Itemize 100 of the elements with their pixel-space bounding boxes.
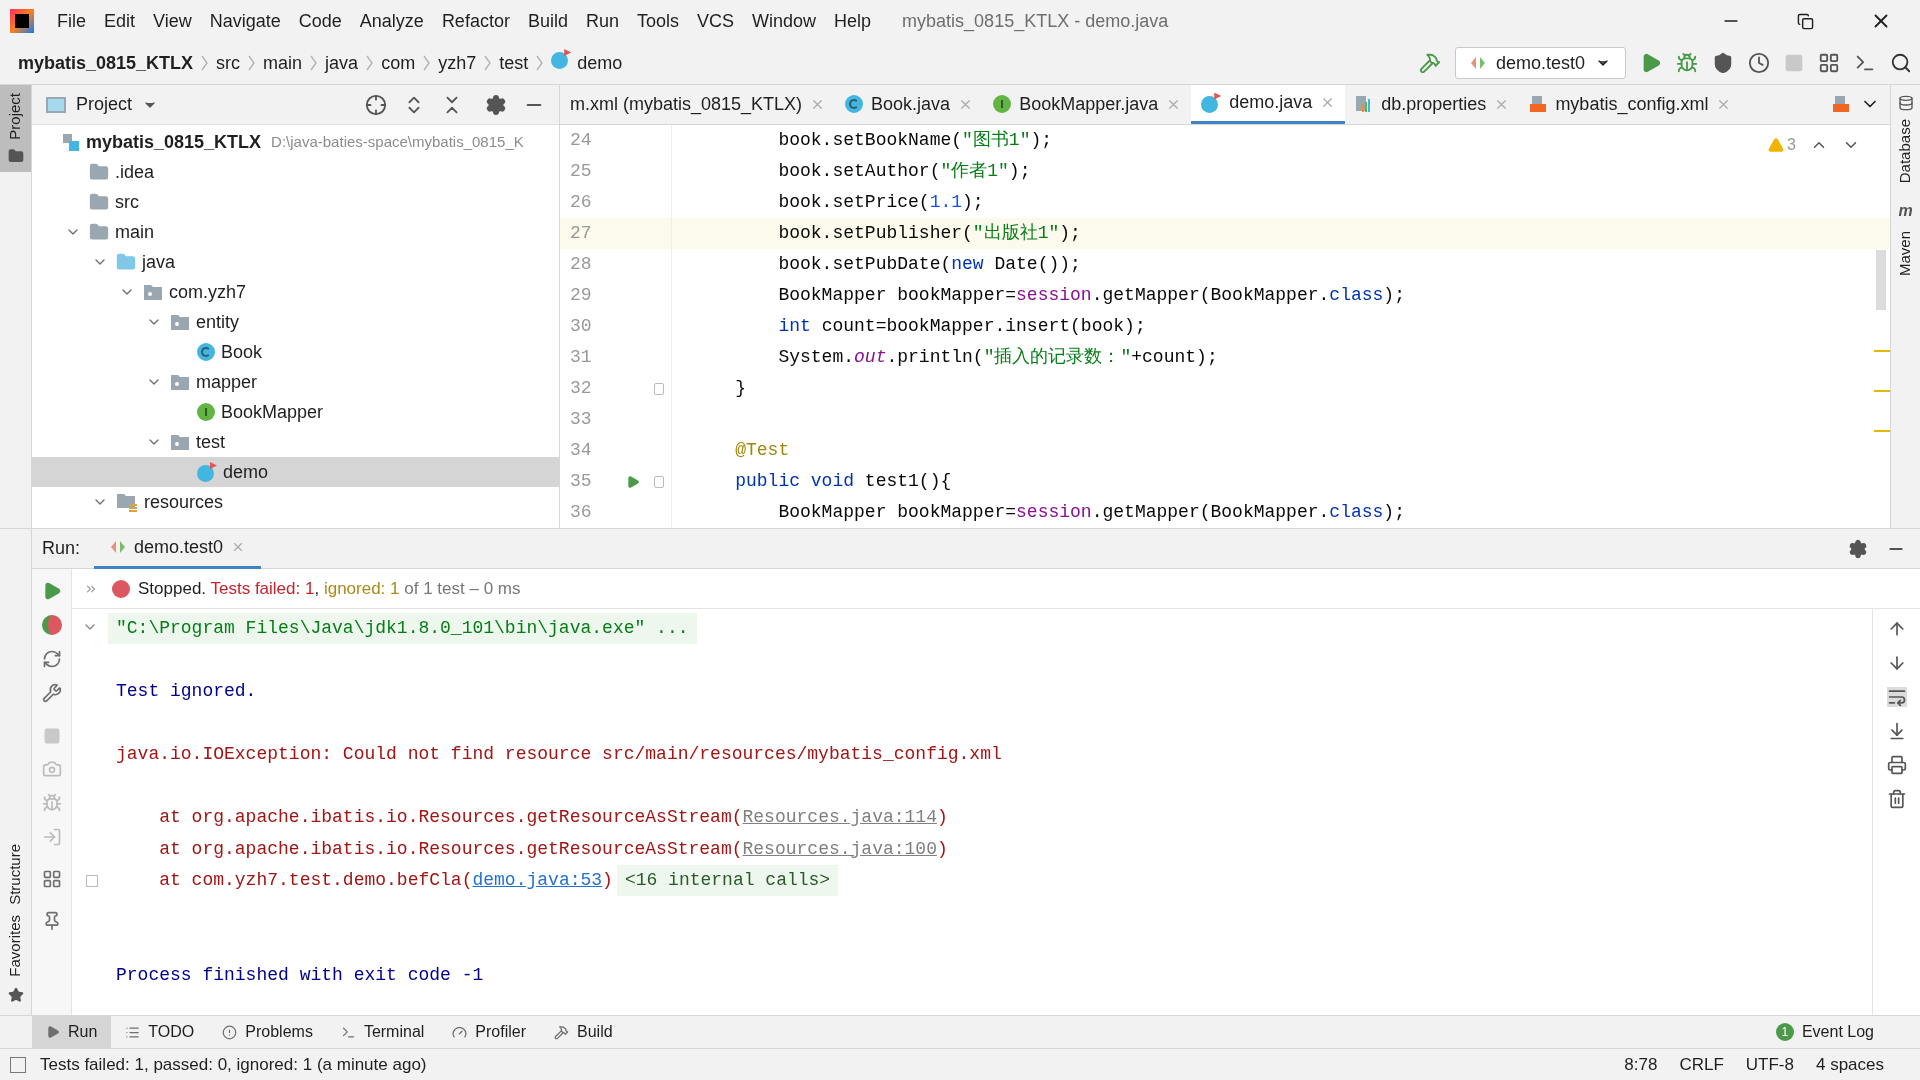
file-encoding[interactable]: UTF-8 — [1745, 1051, 1794, 1078]
search-icon[interactable] — [1890, 52, 1912, 74]
maven-tool-tab[interactable]: Maven — [1894, 231, 1917, 277]
menu-item[interactable]: Window — [743, 7, 826, 35]
test-session-tab[interactable]: demo.test0 — [94, 528, 262, 569]
panel-toggle-icon[interactable] — [10, 1056, 26, 1073]
xml-file-icon — [1529, 95, 1548, 113]
editor-tab[interactable]: Book.java — [835, 85, 984, 124]
favorites-tool-tab[interactable]: Favorites — [4, 915, 27, 977]
tool-window-tab[interactable]: Problems — [208, 1015, 327, 1049]
menu-item[interactable]: View — [144, 7, 201, 35]
trash-icon[interactable] — [1886, 789, 1907, 809]
tool-window-tab[interactable]: TODO — [111, 1015, 209, 1049]
editor-tab[interactable]: db.properties — [1345, 85, 1520, 124]
scrollbar-thumb[interactable] — [1876, 250, 1886, 310]
breadcrumb[interactable]: mybatis_0815_KTLX — [18, 49, 194, 77]
breadcrumb[interactable]: main — [263, 49, 303, 77]
editor-tab[interactable]: mybatis_config.xml — [1519, 85, 1742, 124]
source-link[interactable]: Resources.java:114 — [742, 807, 937, 828]
project-structure-icon[interactable] — [1818, 52, 1840, 74]
debug-icon[interactable] — [1676, 52, 1698, 74]
menu-item[interactable]: Tools — [627, 7, 688, 35]
panel-title[interactable]: Project — [76, 91, 133, 118]
tree-item[interactable]: com.yzh7 — [32, 277, 559, 307]
tool-window-tab[interactable]: Run — [32, 1015, 112, 1049]
project-tool-tab[interactable]: Project — [0, 85, 31, 172]
tool-window-tab[interactable]: Build — [540, 1015, 627, 1049]
window-title: mybatis_0815_KTLX - demo.java — [902, 9, 1169, 34]
breadcrumb[interactable]: java — [325, 49, 359, 77]
line-separator[interactable]: CRLF — [1679, 1051, 1724, 1078]
tool-window-tab[interactable]: Terminal — [326, 1015, 439, 1049]
menu-item[interactable]: Help — [825, 7, 881, 35]
profile-icon[interactable] — [1748, 52, 1770, 74]
menu-item[interactable]: VCS — [688, 7, 743, 35]
run-config-dropdown[interactable]: demo.test0 — [1454, 47, 1626, 79]
tree-item-label: BookMapper — [221, 400, 324, 424]
soft-wrap-icon[interactable] — [1886, 687, 1907, 707]
menu-item[interactable]: Edit — [95, 7, 145, 35]
menu-item[interactable]: Navigate — [200, 7, 290, 35]
settings-icon[interactable] — [485, 93, 507, 116]
package-icon — [170, 373, 190, 391]
tree-item[interactable]: test — [32, 427, 559, 457]
folder-icon — [7, 147, 24, 164]
menu-item[interactable]: Code — [289, 7, 351, 35]
tree-item[interactable]: mapper — [32, 367, 559, 397]
hammer-icon[interactable] — [1418, 52, 1441, 74]
menu-item[interactable]: Refactor — [432, 7, 519, 35]
run-gutter-icon[interactable] — [626, 474, 640, 489]
code-line: public void test1(){ — [734, 470, 952, 493]
menu-item[interactable]: File — [48, 7, 95, 35]
menu-item[interactable]: Run — [576, 7, 628, 35]
star-icon — [7, 987, 24, 1003]
tree-item[interactable]: BookMapper — [32, 397, 559, 427]
breadcrumb[interactable]: yzh7 — [438, 49, 477, 77]
tree-item-label: entity — [196, 310, 240, 334]
breadcrumb[interactable]: demo — [577, 49, 623, 77]
structure-tool-tab[interactable]: Structure — [4, 844, 27, 906]
code-line: BookMapper bookMapper=session.getMapper(BookMapper.class); — [777, 284, 1405, 307]
tree-item[interactable]: main — [32, 217, 559, 247]
rerun-failed-icon[interactable] — [41, 615, 62, 635]
tree-item[interactable]: java — [32, 247, 559, 277]
code-line: book.setPrice(1.1); — [777, 191, 984, 214]
print-icon[interactable] — [1886, 755, 1907, 775]
database-icon[interactable] — [1897, 95, 1914, 111]
tree-item-label: mapper — [196, 370, 258, 394]
editor-tab[interactable]: m.xml (mybatis_0815_KTLX) — [560, 85, 836, 124]
console-line: at org.apache.ibatis.io.Resources.getResourceAsStream(Resources.java:114) — [158, 806, 948, 830]
coverage-icon[interactable] — [1712, 52, 1734, 74]
tool-window-tab[interactable]: Profiler — [438, 1015, 541, 1049]
tree-item-label: test — [196, 430, 225, 454]
test-status: Stopped. Tests failed: 1, ignored: 1 of 1 test – 0 ms — [138, 577, 521, 600]
tree-item[interactable]: mybatis_0815_KTLX D:\java-baties-space\mybatis_0815_K — [32, 127, 559, 157]
indent-setting[interactable]: 4 spaces — [1815, 1051, 1884, 1078]
database-tool-tab[interactable]: Database — [1894, 119, 1917, 184]
source-link[interactable]: Resources.java:100 — [742, 838, 937, 859]
tree-item[interactable]: .idea — [32, 157, 559, 187]
source-link[interactable]: demo.java:53 — [472, 870, 603, 891]
menu-item[interactable]: Analyze — [350, 7, 433, 35]
restore-icon[interactable] — [1797, 12, 1814, 30]
editor-tab[interactable]: BookMapper.java — [983, 85, 1192, 124]
terminal-icon — [340, 1024, 356, 1040]
toggle-auto-test-icon[interactable] — [41, 649, 62, 669]
locate-icon[interactable] — [365, 93, 387, 116]
tree-item[interactable]: resources — [32, 487, 559, 517]
editor-tab[interactable]: demo.java — [1191, 85, 1346, 124]
play-icon — [46, 1025, 60, 1039]
internal-calls[interactable]: <16 internal calls> — [616, 865, 839, 897]
layout-icon[interactable] — [41, 869, 62, 889]
breadcrumb[interactable]: com — [381, 49, 416, 77]
tree-item[interactable]: entity — [32, 307, 559, 337]
breadcrumb[interactable]: test — [499, 49, 529, 77]
event-log-tab[interactable]: 1 Event Log — [1775, 1020, 1874, 1044]
tree-item[interactable]: src — [32, 187, 559, 217]
caret-position[interactable]: 8:78 — [1624, 1051, 1658, 1078]
breadcrumb[interactable]: src — [216, 49, 241, 77]
tree-item[interactable]: Book — [32, 337, 559, 367]
wrench-icon[interactable] — [41, 683, 62, 703]
settings-icon[interactable] — [1848, 538, 1868, 559]
tree-item[interactable]: demo — [32, 457, 559, 487]
menu-item[interactable]: Build — [518, 7, 577, 35]
